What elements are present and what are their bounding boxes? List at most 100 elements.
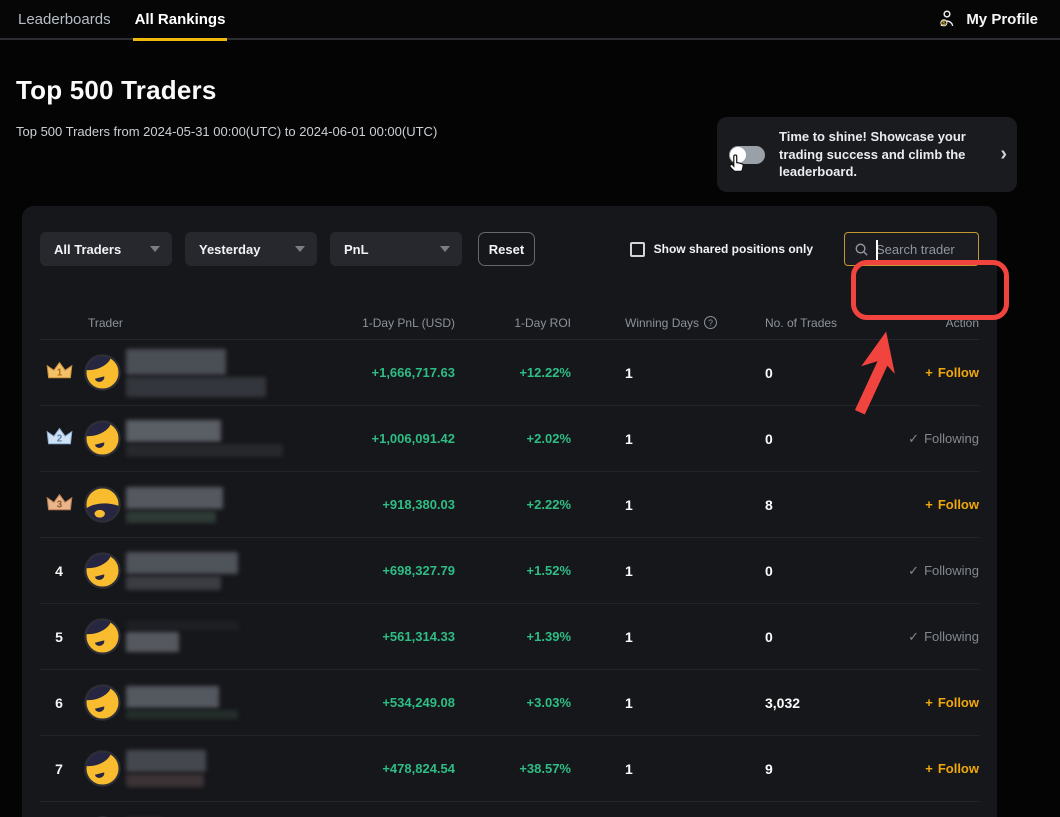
main-content: Top 500 Traders Top 500 Traders from 202… xyxy=(0,75,1060,139)
action-label: Following xyxy=(924,629,979,644)
trader-name-redacted xyxy=(126,621,295,652)
avatar-moon-icon xyxy=(84,354,121,391)
table-row[interactable]: 7 +478,824.54 +38.57% 1 9 +Follow xyxy=(40,736,979,802)
trader-name-redacted xyxy=(126,552,295,590)
col-trades: No. of Trades xyxy=(751,316,895,330)
winning-days-value: 1 xyxy=(571,431,751,447)
follow-action-button[interactable]: ✓Following xyxy=(895,563,979,579)
winning-days-value: 1 xyxy=(571,563,751,579)
trader-type-value: All Traders xyxy=(54,242,121,257)
table-row[interactable]: 8 +412,033.33 +49.40% 1 0 +Follow xyxy=(40,802,979,817)
trader-name-redacted xyxy=(126,349,295,397)
search-trader-box[interactable] xyxy=(844,232,979,266)
follow-action-button[interactable]: + Follow xyxy=(895,497,979,512)
redacted-name-bar xyxy=(126,444,283,457)
action-label: Following xyxy=(924,563,979,578)
roi-value: +2.22% xyxy=(455,497,571,512)
text-cursor xyxy=(876,240,878,260)
trader-name-redacted xyxy=(126,487,295,523)
shared-positions-checkbox[interactable] xyxy=(630,242,645,257)
rank-cell: 6 xyxy=(40,695,78,711)
tab-all-rankings[interactable]: All Rankings xyxy=(133,0,228,39)
chevron-down-icon xyxy=(150,246,160,252)
table-row[interactable]: 3 +918,380.03 +2.22% 1 8 + Follow xyxy=(40,472,979,538)
svg-text:$: $ xyxy=(942,20,946,27)
tab-leaderboards[interactable]: Leaderboards xyxy=(16,0,113,39)
profile-dollar-icon: $ xyxy=(936,8,958,30)
winning-days-label: Winning Days xyxy=(625,316,699,330)
winning-days-value: 1 xyxy=(571,695,751,711)
table-row[interactable]: 5 +561,314.33 +1.39% 1 0 ✓Following xyxy=(40,604,979,670)
winning-days-value: 1 xyxy=(571,497,751,513)
info-icon[interactable]: ? xyxy=(704,316,717,329)
avatar-moon-icon xyxy=(84,486,121,523)
redacted-name-bar xyxy=(126,511,216,523)
redacted-name-bar xyxy=(126,576,221,590)
redacted-name-bar xyxy=(126,632,179,652)
trader-name-redacted xyxy=(126,686,295,719)
trades-value: 9 xyxy=(751,761,895,777)
table-row[interactable]: 1 +1,666,717.63 +12.22% 1 0 +Follow xyxy=(40,340,979,406)
follow-action-button[interactable]: ✓Following xyxy=(895,431,979,447)
top-nav: Leaderboards All Rankings $ My Profile xyxy=(0,0,1060,40)
my-profile-label: My Profile xyxy=(966,11,1038,28)
trader-avatar[interactable] xyxy=(78,684,126,721)
trader-avatar[interactable] xyxy=(78,750,126,787)
follow-action-button[interactable]: + Follow xyxy=(895,695,979,710)
table-row[interactable]: 6 +534,249.08 +3.03% 1 3,032 +Follow xyxy=(40,670,979,736)
search-trader-input[interactable] xyxy=(869,242,970,257)
follow-action-button[interactable]: +Follow xyxy=(895,365,979,380)
reset-button[interactable]: Reset xyxy=(478,232,535,266)
chevron-right-icon[interactable]: › xyxy=(1000,143,1007,166)
pnl-value: +918,380.03 xyxy=(295,497,455,512)
trades-value: 3,032 xyxy=(751,695,895,711)
pnl-value: +561,314.33 xyxy=(295,629,455,644)
chevron-down-icon xyxy=(295,246,305,252)
redacted-name-bar xyxy=(126,420,221,442)
trader-avatar[interactable] xyxy=(78,618,126,655)
roi-value: +12.22% xyxy=(455,365,571,380)
follow-action-button[interactable]: ✓Following xyxy=(895,629,979,645)
showcase-banner[interactable]: Time to shine! Showcase your trading suc… xyxy=(717,117,1017,192)
rank-cell: 1 xyxy=(40,361,78,385)
trader-avatar[interactable] xyxy=(78,354,126,391)
trader-avatar[interactable] xyxy=(78,420,126,457)
trades-value: 8 xyxy=(751,497,895,513)
rank-crown-icon: 1 xyxy=(46,361,73,382)
action-label: Follow xyxy=(938,497,979,512)
trader-avatar[interactable] xyxy=(78,486,126,523)
leaderboard-card: All Traders Yesterday PnL Reset Show sha… xyxy=(22,206,997,817)
metric-dropdown[interactable]: PnL xyxy=(330,232,462,266)
col-roi: 1-Day ROI xyxy=(455,316,571,330)
svg-text:1: 1 xyxy=(56,367,62,378)
period-dropdown[interactable]: Yesterday xyxy=(185,232,317,266)
filter-bar: All Traders Yesterday PnL Reset Show sha… xyxy=(40,232,979,266)
follow-action-button[interactable]: +Follow xyxy=(895,761,979,776)
avatar-moon-icon xyxy=(84,618,121,655)
rank-cell: 2 xyxy=(40,427,78,451)
trader-name-redacted xyxy=(126,420,295,457)
redacted-name-bar xyxy=(126,621,239,630)
rank-cell: 3 xyxy=(40,493,78,517)
action-label: Follow xyxy=(938,695,979,710)
pnl-value: +698,327.79 xyxy=(295,563,455,578)
col-pnl: 1-Day PnL (USD) xyxy=(295,316,455,330)
plus-icon: + xyxy=(925,761,933,776)
winning-days-value: 1 xyxy=(571,365,751,381)
pnl-value: +1,006,091.42 xyxy=(295,431,455,446)
page-title: Top 500 Traders xyxy=(16,75,1060,106)
plus-icon: + xyxy=(925,497,933,512)
shared-positions-filter[interactable]: Show shared positions only xyxy=(630,242,813,257)
trader-avatar[interactable] xyxy=(78,552,126,589)
table-row[interactable]: 4 +698,327.79 +1.52% 1 0 ✓Following xyxy=(40,538,979,604)
plus-icon: + xyxy=(925,365,933,380)
col-trader: Trader xyxy=(78,316,126,330)
table-row[interactable]: 2 +1,006,091.42 +2.02% 1 0 ✓Following xyxy=(40,406,979,472)
plus-icon: + xyxy=(925,695,933,710)
my-profile-button[interactable]: $ My Profile xyxy=(936,8,1038,30)
roi-value: +1.52% xyxy=(455,563,571,578)
trader-type-dropdown[interactable]: All Traders xyxy=(40,232,172,266)
period-value: Yesterday xyxy=(199,242,260,257)
trader-name-redacted xyxy=(126,750,295,787)
showcase-toggle[interactable] xyxy=(729,146,765,164)
